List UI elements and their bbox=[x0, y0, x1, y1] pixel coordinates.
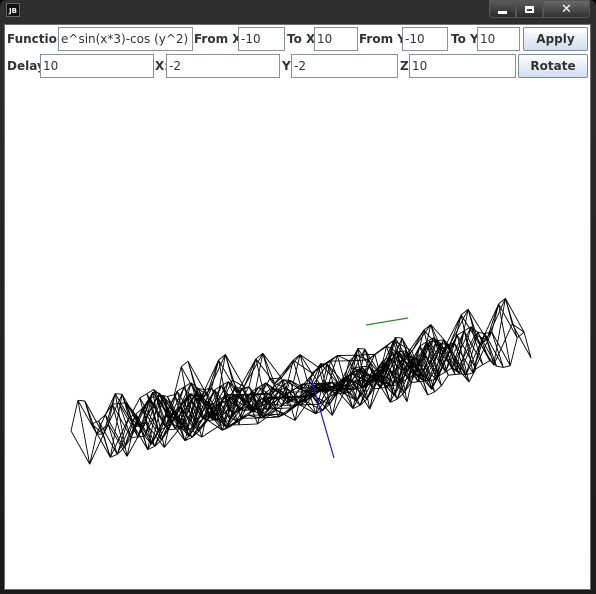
to-y-input[interactable]: 10 bbox=[477, 27, 520, 51]
surface-plot-canvas[interactable] bbox=[5, 81, 590, 589]
mesh-edge bbox=[455, 373, 463, 375]
mesh-edge bbox=[503, 365, 511, 368]
mesh-edge bbox=[262, 353, 276, 384]
mesh-edge bbox=[102, 434, 111, 458]
delay-input[interactable]: 10 bbox=[40, 54, 154, 78]
maximize-icon bbox=[525, 5, 534, 13]
mesh-edge bbox=[152, 391, 160, 394]
app-icon: JB bbox=[6, 3, 20, 17]
secondary-axis-line bbox=[365, 317, 409, 326]
mesh-edge bbox=[493, 323, 513, 366]
mesh-edge bbox=[115, 393, 123, 395]
mesh-edge bbox=[130, 436, 138, 439]
mesh-edge bbox=[167, 394, 175, 397]
maximize-button[interactable] bbox=[516, 0, 543, 18]
mesh-edge bbox=[259, 416, 279, 419]
minimize-button[interactable] bbox=[489, 0, 516, 18]
app-window: JB ✕ Function: e^sin(x*3)-cos (y^2) From… bbox=[0, 0, 596, 594]
mesh-edge bbox=[299, 354, 313, 374]
mesh-edge bbox=[511, 323, 532, 359]
rot-y-input[interactable]: -2 bbox=[291, 54, 398, 78]
mesh-edge bbox=[70, 400, 79, 431]
mesh-edge bbox=[509, 337, 518, 366]
mesh-edge bbox=[504, 298, 518, 338]
mesh-edge bbox=[89, 433, 98, 465]
mesh-edge bbox=[505, 298, 525, 333]
mesh-edge bbox=[441, 374, 449, 386]
mesh-edge bbox=[355, 354, 369, 361]
close-icon: ✕ bbox=[561, 1, 572, 17]
mesh-edge bbox=[139, 393, 148, 399]
mesh-edge bbox=[523, 332, 532, 358]
mesh-edge bbox=[77, 399, 85, 402]
mesh-edge bbox=[337, 355, 350, 362]
mesh-edge bbox=[96, 433, 104, 435]
mesh-edge bbox=[486, 298, 506, 340]
mesh-edge bbox=[132, 397, 141, 412]
mesh-edge bbox=[498, 303, 511, 366]
mesh-edge bbox=[84, 400, 98, 434]
to-x-input[interactable]: 10 bbox=[314, 27, 358, 51]
from-x-input[interactable]: -10 bbox=[238, 27, 285, 51]
rotate-button[interactable]: Rotate bbox=[518, 54, 588, 78]
mesh-edge bbox=[201, 424, 221, 438]
mesh-edge bbox=[434, 385, 442, 393]
mesh-edge bbox=[168, 428, 176, 431]
title-bar[interactable]: JB ✕ bbox=[0, 0, 596, 22]
minimize-icon bbox=[498, 10, 507, 14]
from-y-input[interactable]: -10 bbox=[402, 27, 448, 51]
mesh-edge bbox=[357, 347, 365, 350]
mesh-edge bbox=[262, 353, 282, 379]
surface-mesh bbox=[70, 298, 532, 465]
rot-x-input[interactable]: -2 bbox=[166, 54, 280, 78]
rot-z-input[interactable]: 10 bbox=[409, 54, 516, 78]
mesh-edge bbox=[395, 337, 403, 339]
close-button[interactable]: ✕ bbox=[543, 0, 590, 18]
mesh-edge bbox=[180, 360, 189, 368]
mesh-edge bbox=[427, 391, 435, 396]
mesh-edge bbox=[448, 374, 456, 376]
function-input[interactable]: e^sin(x*3)-cos (y^2) bbox=[58, 27, 193, 51]
mesh-edge bbox=[238, 423, 258, 426]
mesh-edge bbox=[361, 365, 369, 368]
mesh-edge bbox=[413, 370, 421, 373]
mesh-edge bbox=[410, 381, 418, 383]
window-controls: ✕ bbox=[489, 0, 590, 18]
mesh-edge bbox=[482, 360, 490, 366]
apply-button[interactable]: Apply bbox=[523, 27, 588, 51]
client-area: Function: e^sin(x*3)-cos (y^2) From X: -… bbox=[4, 24, 591, 590]
mesh-edge bbox=[211, 359, 220, 389]
